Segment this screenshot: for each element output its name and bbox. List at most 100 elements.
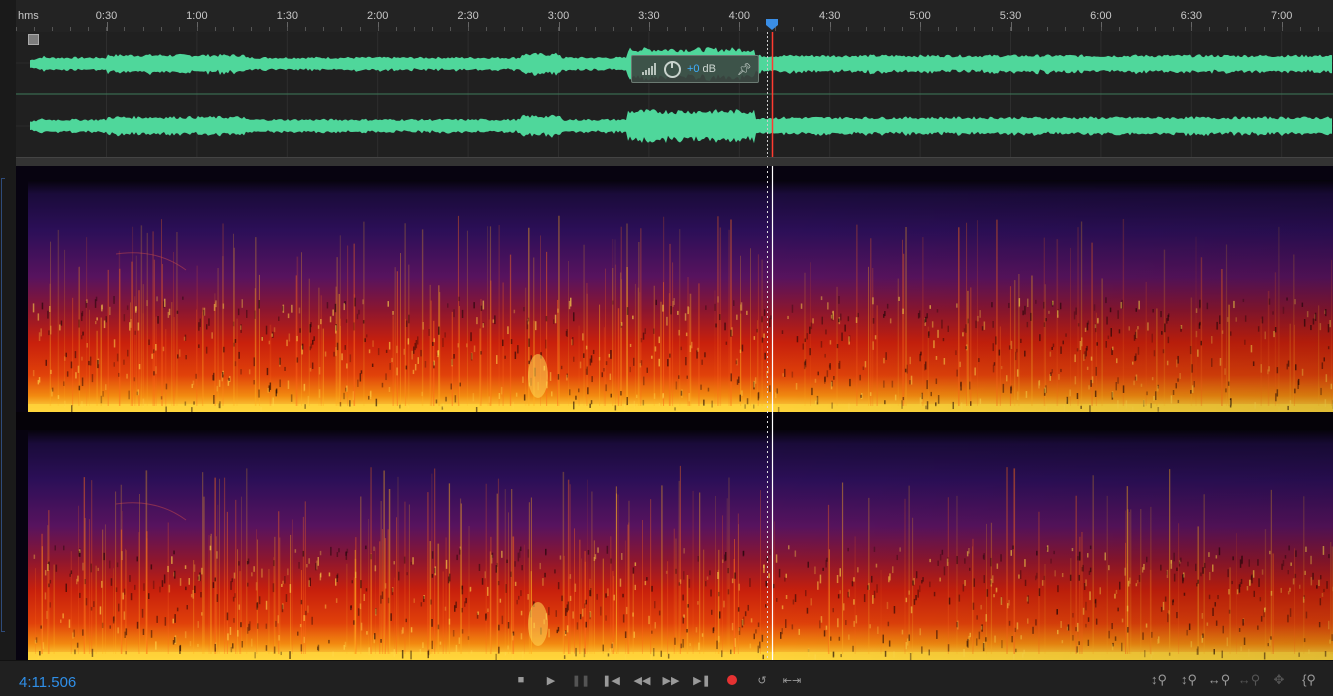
ruler-minor-tick (1264, 27, 1265, 31)
ruler-minor-tick (360, 27, 361, 31)
record-button[interactable] (720, 671, 744, 689)
ruler-minor-tick (233, 27, 234, 31)
ruler-minor-tick (1047, 27, 1048, 31)
ruler-minor-tick (558, 27, 559, 31)
zoom-selection-icon: {⚲ (1302, 672, 1316, 688)
ruler-minor-tick (631, 27, 632, 31)
waveform-display[interactable] (16, 32, 1333, 157)
zoom-selection-button[interactable]: {⚲ (1297, 671, 1321, 689)
ruler-minor-tick (667, 27, 668, 31)
play-button[interactable]: ▶ (539, 671, 563, 689)
ruler-tick-label: 3:00 (548, 10, 569, 22)
left-panel-edge (0, 0, 16, 695)
current-time-display[interactable]: 4:11.506 (19, 674, 76, 691)
play-icon: ▶ (547, 674, 555, 687)
ruler-minor-tick (124, 27, 125, 31)
ruler-minor-tick (106, 27, 107, 31)
ruler-minor-tick (595, 27, 596, 31)
ruler-minor-tick (269, 27, 270, 31)
ruler-tick-label: 2:30 (457, 10, 478, 22)
ruler-minor-tick (70, 27, 71, 31)
move-to-end-button[interactable]: ▶❚ (690, 671, 714, 689)
panel-focus-edge (1, 178, 5, 632)
pin-icon[interactable]: 📌︎ (737, 62, 752, 76)
ruler-minor-tick (830, 27, 831, 31)
zoom-out-amplitude-button[interactable]: ↕⚲ (1177, 671, 1201, 689)
ruler-tick-label: 4:00 (729, 10, 750, 22)
ruler-minor-tick (323, 27, 324, 31)
playhead-handle[interactable] (765, 18, 779, 30)
ruler-minor-tick (613, 27, 614, 31)
transport-bar: 4:11.506 ■ ▶ ❚❚ ❚◀ ◀◀ ▶▶ ▶❚ ↺ ⇤⇥ ↕⚲ ↕⚲ ↔… (0, 660, 1333, 696)
ruler-minor-tick (848, 27, 849, 31)
ruler-minor-tick (1191, 27, 1192, 31)
stereo-waveform (16, 32, 1333, 157)
ruler-minor-tick (34, 27, 35, 31)
ruler-minor-tick (884, 27, 885, 31)
skip-selection-icon: ⇤⇥ (783, 674, 801, 687)
ruler-minor-tick (1318, 27, 1319, 31)
ruler-minor-tick (1245, 27, 1246, 31)
spectrogram-channel-left (28, 180, 1333, 415)
skip-selection-button[interactable]: ⇤⇥ (780, 671, 804, 689)
zoom-in-time-icon: ↔⚲ (1208, 672, 1231, 688)
skip-to-start-icon: ❚◀ (602, 674, 620, 687)
ruler-minor-tick (341, 27, 342, 31)
zoom-in-amplitude-button[interactable]: ↕⚲ (1147, 671, 1171, 689)
zoom-out-amplitude-icon: ↕⚲ (1181, 672, 1197, 688)
ruler-minor-tick (920, 27, 921, 31)
stop-button[interactable]: ■ (509, 671, 533, 689)
ruler-minor-tick (432, 27, 433, 31)
ruler-minor-tick (197, 27, 198, 31)
move-to-start-button[interactable]: ❚◀ (599, 671, 623, 689)
spectrogram (16, 166, 1333, 660)
ruler-tick-label: 4:30 (819, 10, 840, 22)
ruler-minor-tick (757, 27, 758, 31)
ruler-minor-tick (793, 27, 794, 31)
waveform-channel-right (30, 109, 1332, 143)
ruler-minor-tick (215, 27, 216, 31)
zoom-in-time-button[interactable]: ↔⚲ (1207, 671, 1231, 689)
rewind-button[interactable]: ◀◀ (630, 671, 654, 689)
pause-button[interactable]: ❚❚ (569, 671, 593, 689)
ruler-minor-tick (902, 27, 903, 31)
ruler-minor-tick (468, 27, 469, 31)
volume-meter-icon (642, 63, 658, 75)
fast-forward-button[interactable]: ▶▶ (659, 671, 683, 689)
ruler-minor-tick (305, 27, 306, 31)
zoom-out-time-icon: ↔⚲ (1238, 672, 1261, 688)
channel-separator (16, 412, 1333, 430)
channel-toggle-icon[interactable] (28, 34, 39, 45)
ruler-minor-tick (486, 27, 487, 31)
ruler-minor-tick (179, 27, 180, 31)
ruler-minor-tick (414, 27, 415, 31)
gain-value[interactable]: +0 (687, 63, 700, 75)
gain-knob-icon[interactable] (664, 61, 681, 78)
ruler-minor-tick (161, 27, 162, 31)
ruler-tick-label: 6:00 (1090, 10, 1111, 22)
ruler-minor-tick (938, 27, 939, 31)
time-ruler[interactable]: hms 0:301:001:302:002:303:003:304:004:30… (16, 0, 1333, 33)
loop-playback-button[interactable]: ↺ (750, 671, 774, 689)
ruler-minor-tick (1065, 27, 1066, 31)
ruler-minor-tick (1010, 27, 1011, 31)
time-format-label[interactable]: hms (18, 10, 39, 22)
stop-icon: ■ (518, 674, 525, 686)
spectral-frequency-display[interactable] (16, 166, 1333, 660)
ruler-tick-label: 0:30 (96, 10, 117, 22)
ruler-minor-tick (1300, 27, 1301, 31)
ruler-minor-tick (522, 27, 523, 31)
ruler-minor-tick (1282, 27, 1283, 31)
ruler-minor-tick (576, 27, 577, 31)
hud-amplitude-control[interactable]: +0 dB 📌︎ (631, 55, 759, 83)
ruler-minor-tick (251, 27, 252, 31)
ruler-tick-label: 5:00 (909, 10, 930, 22)
ruler-minor-tick (812, 27, 813, 31)
ruler-tick-label: 1:00 (186, 10, 207, 22)
zoom-full-button[interactable]: ✥ (1267, 671, 1291, 689)
zoom-out-time-button[interactable]: ↔⚲ (1237, 671, 1261, 689)
ruler-minor-tick (504, 27, 505, 31)
skip-to-end-icon: ▶❚ (693, 674, 711, 687)
ruler-minor-tick (685, 27, 686, 31)
ruler-minor-tick (992, 27, 993, 31)
